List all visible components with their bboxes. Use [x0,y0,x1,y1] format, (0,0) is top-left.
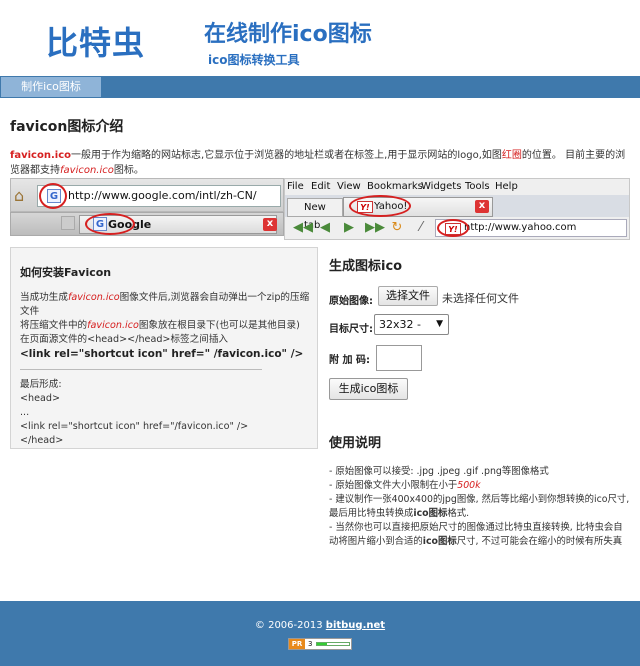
ff-menu-view: View [337,181,361,192]
browser-illustration: ⌂ http://www.google.com/intl/zh-CN/ G Go… [10,178,630,240]
usage-title: 使用说明 [329,436,382,451]
nav-bar: 制作ico图标 [0,76,640,98]
home-icon: ⌂ [14,186,25,205]
choose-file-button[interactable]: 选择文件 [378,286,438,306]
ie-url-text: http://www.google.com/intl/zh-CN/ [68,189,257,202]
captcha-label: 附 加 码: [329,355,370,366]
site-logo[interactable]: 比特虫 [46,18,145,64]
final-line: </head> [20,435,64,446]
ff-menu-bar: File Edit View Bookmarks Widgets Tools H… [285,179,629,195]
generate-title: 生成图标ico [329,259,403,274]
intro-term-italic: favicon.ico [60,165,114,176]
usage-item: - 原始图像文件大小限制在小于500k [329,480,481,491]
final-line: ... [20,407,30,418]
no-file-text: 未选择任何文件 [442,292,519,305]
generate-ico-button[interactable]: 生成ico图标 [329,378,408,400]
ff-tab-new: New tab [287,198,343,231]
pen-icon: ⁄ [419,220,423,235]
reload-icon: ↻ [391,220,403,235]
intro-red-circle: 红圈 [501,150,522,161]
pagerank-value: 3 [308,640,313,648]
install-box: 如何安装Favicon 当成功生成favicon.ico图像文件后,浏览器会自动… [10,247,318,449]
install-step-2: 将压缩文件中的favicon.ico图象放在根目录下(也可以是其他目录) [20,320,300,331]
usage-item: - 原始图像可以接受: .jpg .jpeg .gif .png等图像格式 [329,466,549,477]
install-divider [20,369,262,370]
ff-menu-widgets: Widgets [421,181,462,192]
intro-term: favicon.ico [10,150,71,161]
red-circle-icon [85,213,135,235]
nav-tab-make-ico[interactable]: 制作ico图标 [1,77,101,97]
usage-list: - 原始图像可以接受: .jpg .jpeg .gif .png等图像格式 - … [329,465,631,549]
blank-tab-icon [61,216,75,230]
install-final: 最后形成: <head> ... <link rel="shortcut ico… [20,378,312,448]
pagerank-badge[interactable]: PR 3 [288,638,352,650]
back-icon: ◀ [320,220,330,235]
ff-url-text: http://www.yahoo.com [464,222,577,233]
target-size-label: 目标尺寸: [329,324,373,335]
ff-tab-strip: New tab Yahoo! Y! x [285,195,629,231]
copyright: © 2006-2013 bitbug.net [0,620,640,631]
ff-nav-bar: ◀◀ ◀ ▶ ▶▶ ↻ ⁄ http://www.yahoo.com Y! [285,217,629,239]
red-circle-icon [39,183,67,209]
site-header: 比特虫 在线制作ico图标 ico图标转换工具 [0,0,640,76]
install-steps: 当成功生成favicon.ico图像文件后,浏览器会自动弹出一个zip的压缩文件… [20,291,312,361]
size-select-value: 32x32 - [379,318,421,331]
ie-address-bar: ⌂ http://www.google.com/intl/zh-CN/ G [10,178,284,212]
intro-text-a: 一般用于作为缩略的网站标志,它显示位于浏览器的地址栏或者在标签上,用于显示网站的… [71,150,502,161]
footer-link[interactable]: bitbug.net [326,620,385,631]
ff-menu-help: Help [495,181,518,192]
intro-title: favicon图标介绍 [10,119,124,135]
close-icon: x [475,200,489,213]
rewind-icon: ◀◀ [293,220,313,235]
size-select[interactable]: 32x32 - ▼ [374,314,449,335]
copyright-text: © 2006-2013 [254,620,323,631]
source-image-label: 原始图像: [329,296,373,307]
install-step-1: 当成功生成favicon.ico图像文件后,浏览器会自动弹出一个zip的压缩文件 [20,292,310,317]
red-circle-icon [437,219,469,237]
final-line: 最后形成: [20,379,62,390]
usage-item: - 当然你也可以直接把原始尺寸的图像通过比特虫直接转换, 比特虫会自动将图片缩小… [329,522,623,547]
ff-menu-edit: Edit [311,181,331,192]
final-line: <head> [20,393,61,404]
site-footer: © 2006-2013 bitbug.net PR 3 [0,601,640,666]
site-subtitle: ico图标转换工具 [208,53,300,67]
ff-menu-tools: Tools [465,181,490,192]
close-icon: x [263,218,277,231]
red-circle-icon [349,195,411,217]
pagerank-bar [316,642,350,646]
final-line: <link rel="shortcut icon" href="/favicon… [20,421,249,432]
firefox-window: File Edit View Bookmarks Widgets Tools H… [284,178,630,240]
pagerank-fill [317,643,327,645]
ie-tab-row: Google G x [10,212,284,236]
fast-forward-icon: ▶▶ [365,220,385,235]
usage-item: - 建议制作一张400x400的jpg图像, 然后等比缩小到你想转换的ico尺寸… [329,494,630,519]
site-title: 在线制作ico图标 [204,22,372,47]
intro-text-c: 图标。 [113,165,144,176]
ie-url-field: http://www.google.com/intl/zh-CN/ [37,185,281,207]
intro-paragraph: favicon.ico一般用于作为缩略的网站标志,它显示位于浏览器的地址栏或者在… [10,148,630,178]
install-title: 如何安装Favicon [20,266,112,279]
ff-menu-bookmarks: Bookmarks [367,181,423,192]
ff-menu-file: File [287,181,304,192]
install-code-snippet: <link rel="shortcut icon" href=" /favico… [20,348,304,360]
chevron-down-icon: ▼ [436,319,443,329]
pagerank-label: PR [289,639,305,649]
install-step-3: 在页面源文件的<head></head>标签之间插入 [20,334,229,345]
captcha-input[interactable] [376,345,422,371]
forward-icon: ▶ [344,220,354,235]
